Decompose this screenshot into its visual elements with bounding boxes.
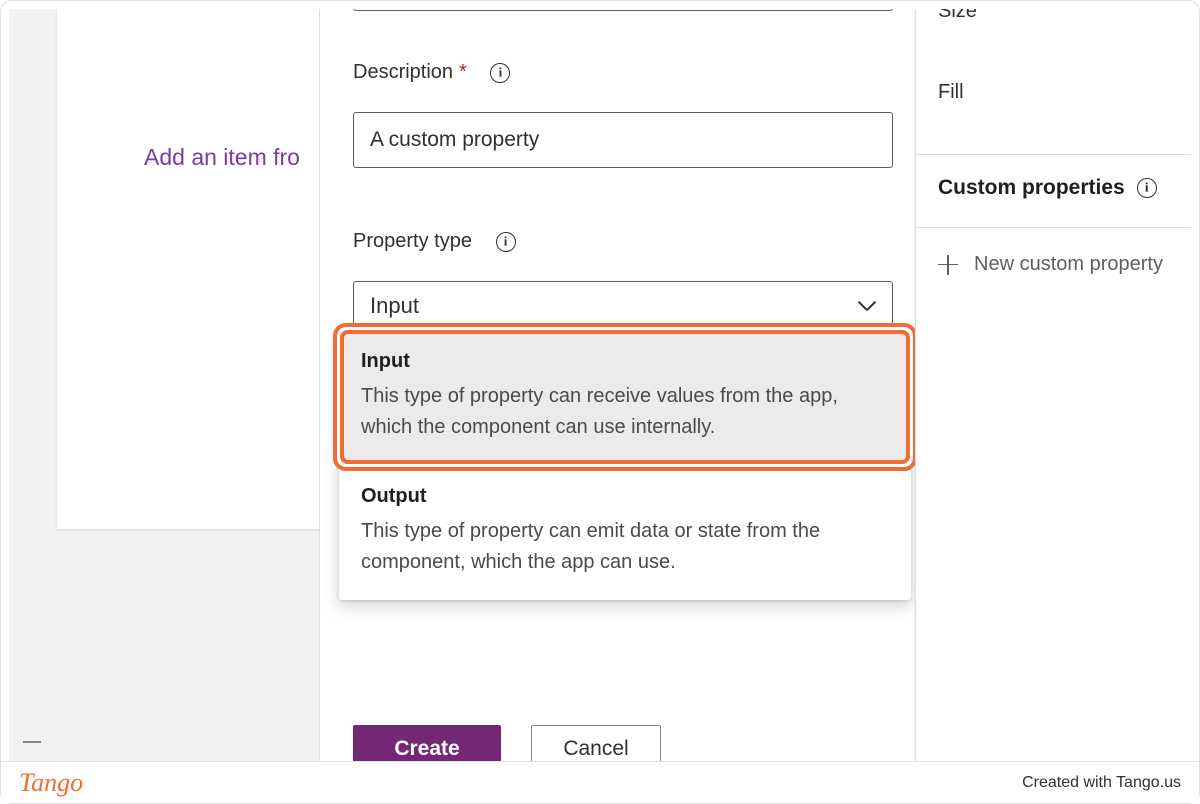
plus-icon bbox=[938, 255, 958, 275]
canvas-placeholder-text: Add an item fro bbox=[144, 144, 300, 171]
divider bbox=[916, 227, 1191, 228]
tango-attribution: Created with Tango.us bbox=[1022, 774, 1181, 792]
chevron-down-icon bbox=[858, 301, 876, 311]
option-description: This type of property can emit data or s… bbox=[361, 516, 889, 578]
custom-properties-heading: Custom properties bbox=[938, 176, 1157, 200]
required-indicator: * bbox=[459, 61, 467, 83]
tango-logo: Tango bbox=[19, 768, 83, 798]
collapsed-panel-indicator bbox=[23, 741, 41, 743]
divider bbox=[916, 154, 1191, 155]
properties-panel: Size Fill Custom properties New custom p… bbox=[915, 9, 1191, 795]
dropdown-option-output[interactable]: Output This type of property can emit da… bbox=[339, 465, 911, 600]
property-type-dropdown[interactable]: Input bbox=[353, 281, 893, 329]
description-input[interactable] bbox=[353, 112, 893, 168]
tango-footer: Tango Created with Tango.us bbox=[1, 761, 1199, 803]
size-property-row[interactable]: Size bbox=[916, 9, 977, 23]
dropdown-option-input[interactable]: Input This type of property can receive … bbox=[339, 330, 911, 465]
previous-input-partial[interactable] bbox=[353, 9, 893, 11]
property-type-selected-value: Input bbox=[370, 293, 419, 319]
property-type-label: Property type bbox=[353, 230, 516, 253]
canvas-area bbox=[57, 9, 322, 529]
info-icon[interactable] bbox=[1137, 178, 1157, 198]
option-title: Output bbox=[361, 485, 889, 508]
new-custom-property-button[interactable]: New custom property bbox=[938, 253, 1163, 276]
property-form-panel: Description* Property type Input Input T… bbox=[319, 9, 914, 789]
info-icon[interactable] bbox=[496, 232, 516, 252]
option-title: Input bbox=[361, 350, 889, 373]
new-custom-property-label: New custom property bbox=[974, 253, 1163, 276]
description-label: Description* bbox=[353, 61, 510, 84]
option-description: This type of property can receive values… bbox=[361, 381, 889, 443]
fill-property-row[interactable]: Fill bbox=[916, 81, 964, 104]
info-icon[interactable] bbox=[490, 63, 510, 83]
property-type-dropdown-list: Input This type of property can receive … bbox=[339, 330, 911, 600]
